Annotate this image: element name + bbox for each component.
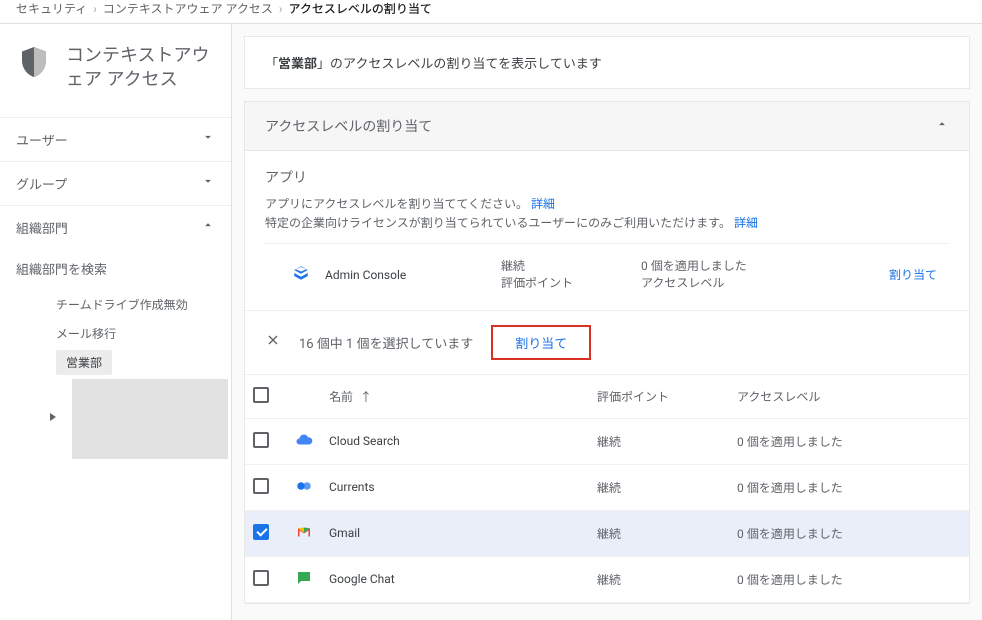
org-banner: 「営業部」のアクセスレベルの割り当てを表示しています (244, 36, 970, 89)
breadcrumb-sep: › (93, 2, 97, 16)
org-tree-item-selected[interactable]: 営業部 (56, 350, 112, 375)
breadcrumb: セキュリティ › コンテキストアウェア アクセス › アクセスレベルの割り当て (0, 0, 982, 23)
org-search-label[interactable]: 組織部門を検索 (0, 249, 231, 284)
select-all-checkbox[interactable] (253, 387, 269, 403)
banner-prefix: 「 (265, 57, 278, 72)
breadcrumb-sep: › (279, 2, 283, 16)
org-tree: チームドライブ作成無効 メール移行 営業部 (0, 284, 231, 467)
sidebar-item-label: ユーザー (16, 130, 68, 149)
info-acc-line2: アクセスレベル (641, 275, 861, 292)
chevron-up-icon (935, 117, 949, 135)
app-access: 0 個を適用しました (737, 481, 843, 495)
col-name-header[interactable]: 名前 (329, 390, 353, 404)
col-eval-header[interactable]: 評価ポイント (589, 375, 729, 419)
close-icon[interactable] (265, 332, 281, 352)
app-eval: 継続 (597, 573, 621, 587)
app-access: 0 個を適用しました (737, 435, 843, 449)
apps-table: 名前 ↑ 評価ポイント アクセスレベル Cloud Search 継続 0 個を適用… (245, 375, 969, 603)
details-link[interactable]: 詳細 (531, 197, 555, 211)
google-chat-icon (295, 576, 313, 590)
app-name: Gmail (329, 526, 360, 540)
selection-bar: 16 個中 1 個を選択しています 割り当て (245, 310, 969, 375)
row-checkbox[interactable] (253, 432, 269, 448)
table-row[interactable]: Google Chat 継続 0 個を適用しました (245, 556, 969, 602)
chevron-down-icon (201, 130, 215, 148)
desc-text: アプリにアクセスレベルを割り当ててください。 (265, 197, 528, 211)
desc-text: 特定の企業向けライセンスが割り当てられているユーザーにのみご利用いただけます。 (265, 216, 731, 230)
app-name: Google Chat (329, 572, 395, 586)
panel-title: アクセスレベルの割り当て (265, 116, 432, 136)
breadcrumb-item-assign: アクセスレベルの割り当て (289, 0, 432, 17)
details-link[interactable]: 詳細 (734, 216, 758, 230)
sidebar: コンテキストアウェア アクセス ユーザー グループ 組織部門 組織部門を検索 チ… (0, 24, 232, 620)
assign-link[interactable]: 割り当て (861, 266, 941, 283)
expand-caret-icon[interactable] (48, 411, 58, 426)
app-name: Currents (329, 480, 375, 494)
sidebar-item-label: 組織部門 (16, 218, 68, 237)
org-tree-placeholder (72, 379, 228, 459)
currents-icon (295, 484, 313, 498)
gmail-icon (295, 530, 313, 544)
info-eval-line1: 継続 (501, 258, 641, 275)
breadcrumb-item-security[interactable]: セキュリティ (16, 0, 87, 17)
app-eval: 継続 (597, 527, 621, 541)
apps-desc-2: 特定の企業向けライセンスが割り当てられているユーザーにのみご利用いただけます。 … (265, 214, 949, 231)
sidebar-item-label: グループ (16, 174, 67, 193)
row-checkbox[interactable] (253, 524, 269, 540)
info-eval-line2: 評価ポイント (501, 275, 641, 292)
row-checkbox[interactable] (253, 478, 269, 494)
sidebar-title: コンテキストアウェア アクセス (66, 44, 215, 93)
sidebar-item-users[interactable]: ユーザー (0, 117, 231, 161)
sidebar-item-groups[interactable]: グループ (0, 161, 231, 205)
apps-section-title: アプリ (265, 167, 949, 187)
table-row[interactable]: Currents 継続 0 個を適用しました (245, 464, 969, 510)
info-acc-line1: 0 個を適用しました (641, 258, 861, 275)
apps-desc-1: アプリにアクセスレベルを割り当ててください。 詳細 (265, 195, 949, 212)
cloud-search-icon (295, 438, 313, 452)
app-name: Cloud Search (329, 434, 400, 448)
admin-console-row[interactable]: Admin Console 継続 評価ポイント 0 個を適用しました アクセスレ… (265, 243, 949, 306)
chevron-down-icon (201, 174, 215, 192)
row-checkbox[interactable] (253, 570, 269, 586)
banner-org-name: 営業部 (278, 57, 317, 72)
admin-console-name: Admin Console (325, 268, 501, 282)
org-tree-item[interactable]: チームドライブ作成無効 (16, 290, 231, 319)
org-tree-item[interactable]: メール移行 (16, 319, 231, 348)
app-eval: 継続 (597, 481, 621, 495)
panel-header[interactable]: アクセスレベルの割り当て (245, 102, 969, 151)
admin-console-icon (292, 264, 310, 285)
breadcrumb-item-context-aware[interactable]: コンテキストアウェア アクセス (103, 0, 273, 17)
table-row[interactable]: Gmail 継続 0 個を適用しました (245, 510, 969, 556)
table-row[interactable]: Cloud Search 継続 0 個を適用しました (245, 418, 969, 464)
main-content: 「営業部」のアクセスレベルの割り当てを表示しています アクセスレベルの割り当て … (232, 24, 982, 620)
assign-button[interactable]: 割り当て (491, 325, 591, 360)
sort-asc-icon[interactable]: ↑ (360, 390, 372, 404)
selection-count-text: 16 個中 1 個を選択しています (299, 333, 473, 352)
sidebar-item-orgs[interactable]: 組織部門 (0, 205, 231, 249)
sidebar-hero: コンテキストアウェア アクセス (0, 24, 231, 117)
banner-suffix: 」のアクセスレベルの割り当てを表示しています (317, 57, 602, 72)
shield-icon (16, 44, 52, 93)
app-access: 0 個を適用しました (737, 527, 843, 541)
app-access: 0 個を適用しました (737, 573, 843, 587)
col-access-header[interactable]: アクセスレベル (729, 375, 969, 419)
chevron-up-icon (201, 218, 215, 236)
assign-panel: アクセスレベルの割り当て アプリ アプリにアクセスレベルを割り当ててください。 … (244, 101, 970, 604)
app-eval: 継続 (597, 435, 621, 449)
